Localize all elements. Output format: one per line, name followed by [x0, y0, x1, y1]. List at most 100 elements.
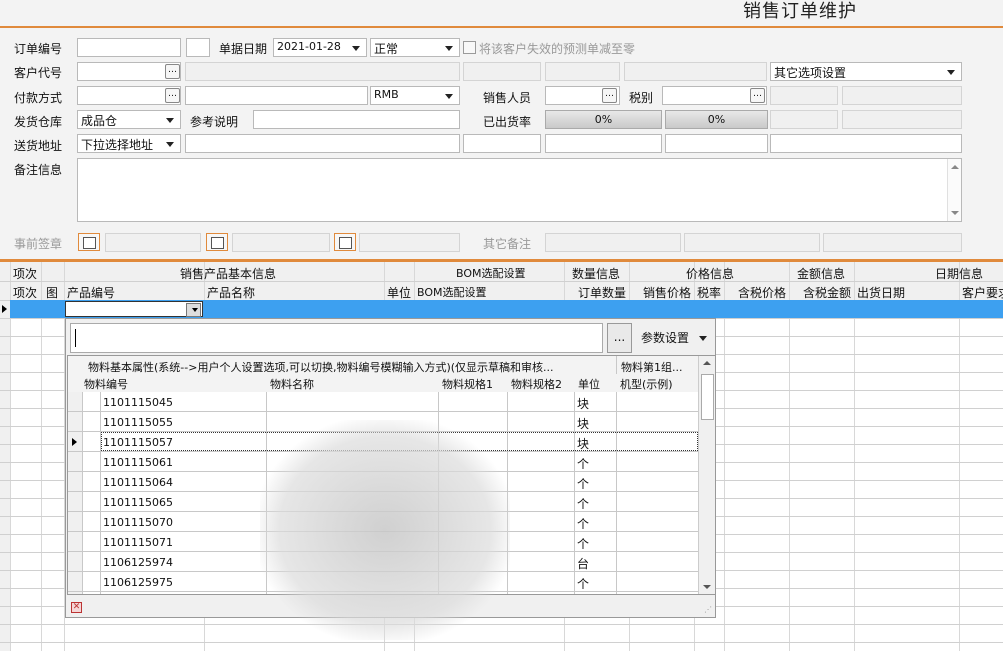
column-header-ship-date[interactable]: 出货日期 — [857, 284, 905, 301]
ship-addr-select[interactable]: 下拉选择地址 — [77, 134, 181, 153]
column-header-sale-price[interactable]: 销售价格 — [643, 284, 691, 301]
scroll-down-icon[interactable] — [703, 585, 711, 589]
scroll-thumb[interactable] — [701, 374, 714, 420]
payment-label: 付款方式 — [14, 91, 63, 105]
pre-sign-field-1 — [105, 233, 201, 252]
material-code-cell[interactable]: 1106125975 — [103, 576, 173, 589]
window-title: 销售订单维护 — [743, 1, 857, 22]
material-col-spec2[interactable]: 物料规格2 — [511, 376, 562, 392]
material-code-cell[interactable]: 1101115064 — [103, 476, 173, 489]
param-settings-dropdown[interactable]: 参数设置 — [637, 323, 712, 353]
material-unit-cell[interactable]: 块 — [577, 435, 589, 452]
group-header-amount: 金额信息 — [797, 267, 846, 281]
scroll-down-icon[interactable] — [951, 211, 959, 215]
scroll-up-icon[interactable] — [951, 165, 959, 169]
currency-select[interactable]: RMB — [370, 86, 460, 105]
close-popup-icon[interactable]: ✕ — [71, 602, 82, 613]
material-code-cell[interactable]: 1101115057 — [103, 436, 173, 449]
shipped-rate-bar-1: 0% — [545, 110, 662, 129]
material-unit-cell[interactable]: 个 — [577, 515, 589, 532]
customer-extra-field-3 — [624, 62, 767, 81]
pre-sign-checkbox-2[interactable] — [206, 233, 228, 251]
material-col-code[interactable]: 物料编号 — [84, 376, 128, 392]
tax-extra-field-2 — [842, 86, 962, 105]
zero-forecast-checkbox[interactable] — [463, 41, 476, 54]
ship-addr-extra-2[interactable] — [545, 134, 662, 153]
column-header-image[interactable]: 图 — [46, 284, 58, 301]
group-header-quantity: 数量信息 — [572, 267, 621, 281]
other-options-value: 其它选项设置 — [774, 66, 847, 80]
pre-sign-field-2 — [232, 233, 330, 252]
column-header-bom[interactable]: BOM选配设置 — [417, 284, 487, 300]
column-header-product-name[interactable]: 产品名称 — [207, 284, 255, 301]
material-col-spec1[interactable]: 物料规格1 — [442, 376, 493, 392]
status-select[interactable]: 正常 — [370, 38, 460, 57]
column-header-customer-req[interactable]: 客户要求 — [962, 284, 1003, 301]
material-code-cell[interactable]: 1101115071 — [103, 536, 173, 549]
material-code-cell[interactable]: 1106125974 — [103, 556, 173, 569]
doc-date-picker[interactable]: 2021-01-28 — [273, 38, 367, 57]
material-lookup-button[interactable]: ... — [607, 323, 632, 353]
pre-sign-checkbox-3[interactable] — [334, 233, 356, 251]
order-no-label: 订单编号 — [14, 42, 63, 56]
material-unit-cell[interactable]: 个 — [577, 495, 589, 512]
pre-sign-label: 事前签章 — [14, 237, 63, 251]
salesperson-lookup-button[interactable]: … — [602, 88, 617, 103]
ship-addr-extra-3[interactable] — [665, 134, 768, 153]
material-lookup-popup[interactable]: ... 参数设置 物料基本属性(系统-->用户个人设置选项,可以切换,物料编号模… — [65, 318, 716, 640]
material-col-unit[interactable]: 单位 — [578, 376, 600, 392]
payment-lookup-button[interactable]: … — [165, 88, 180, 103]
material-code-cell[interactable]: 1101115065 — [103, 496, 173, 509]
column-header-unit[interactable]: 单位 — [387, 284, 411, 301]
order-no-extra-input[interactable] — [186, 38, 210, 57]
material-unit-cell[interactable]: 个 — [577, 455, 589, 472]
warehouse-select[interactable]: 成品仓 — [77, 110, 181, 129]
status-value: 正常 — [374, 42, 399, 56]
material-code-cell[interactable]: 1101115045 — [103, 396, 173, 409]
customer-lookup-button[interactable]: … — [165, 64, 180, 79]
reference-label: 参考说明 — [190, 115, 239, 129]
product-code-combo[interactable] — [65, 301, 203, 317]
material-grid[interactable]: 物料基本属性(系统-->用户个人设置选项,可以切换,物料编号模糊输入方式)(仅显… — [67, 355, 715, 640]
column-header-tax-rate[interactable]: 税率 — [697, 284, 721, 301]
material-code-cell[interactable]: 1101115055 — [103, 416, 173, 429]
order-no-input[interactable] — [77, 38, 181, 57]
material-row[interactable]: 1101115045 块 — [68, 392, 698, 412]
pre-sign-checkbox-1[interactable] — [78, 233, 100, 251]
shipped-rate-label: 已出货率 — [483, 115, 532, 129]
material-grid-scrollbar[interactable] — [698, 356, 715, 594]
ship-addr-extra-4[interactable] — [770, 134, 962, 153]
other-remarks-label: 其它备注 — [483, 237, 532, 251]
material-unit-cell[interactable]: 块 — [577, 415, 589, 432]
resize-grip-icon[interactable]: ⋰ — [704, 605, 712, 614]
material-code-cell[interactable]: 1101115061 — [103, 456, 173, 469]
material-unit-cell[interactable]: 个 — [577, 575, 589, 592]
material-col-name[interactable]: 物料名称 — [270, 376, 314, 392]
remarks-scrollbar[interactable] — [947, 159, 961, 221]
material-search-input[interactable] — [70, 323, 603, 353]
remarks-textarea[interactable] — [77, 158, 962, 222]
column-header-product-code[interactable]: 产品编号 — [67, 284, 115, 301]
tax-type-lookup-button[interactable]: … — [750, 88, 765, 103]
group-header-date: 日期信息 — [935, 267, 984, 281]
scroll-up-icon[interactable] — [703, 361, 711, 365]
material-unit-cell[interactable]: 个 — [577, 535, 589, 552]
column-header-item[interactable]: 项次 — [13, 284, 37, 301]
column-header-tax-price[interactable]: 含税价格 — [738, 284, 786, 301]
column-header-order-qty[interactable]: 订单数量 — [578, 284, 626, 301]
ship-addr-input[interactable] — [185, 134, 460, 153]
customer-extra-field-1 — [463, 62, 541, 81]
pre-sign-field-3 — [359, 233, 460, 252]
material-code-cell[interactable]: 1101115070 — [103, 516, 173, 529]
reference-input[interactable] — [253, 110, 460, 129]
other-options-select[interactable]: 其它选项设置 — [770, 62, 962, 81]
column-header-tax-amount[interactable]: 含税金额 — [803, 284, 851, 301]
material-col-model[interactable]: 机型(示例) — [620, 376, 673, 392]
payment-name-field[interactable] — [185, 86, 368, 105]
ship-addr-extra-1[interactable] — [463, 134, 541, 153]
material-unit-cell[interactable]: 个 — [577, 475, 589, 492]
doc-date-label: 单据日期 — [219, 42, 268, 56]
material-unit-cell[interactable]: 块 — [577, 395, 589, 412]
material-unit-cell[interactable]: 台 — [577, 555, 589, 572]
ship-addr-label: 送货地址 — [14, 139, 63, 153]
